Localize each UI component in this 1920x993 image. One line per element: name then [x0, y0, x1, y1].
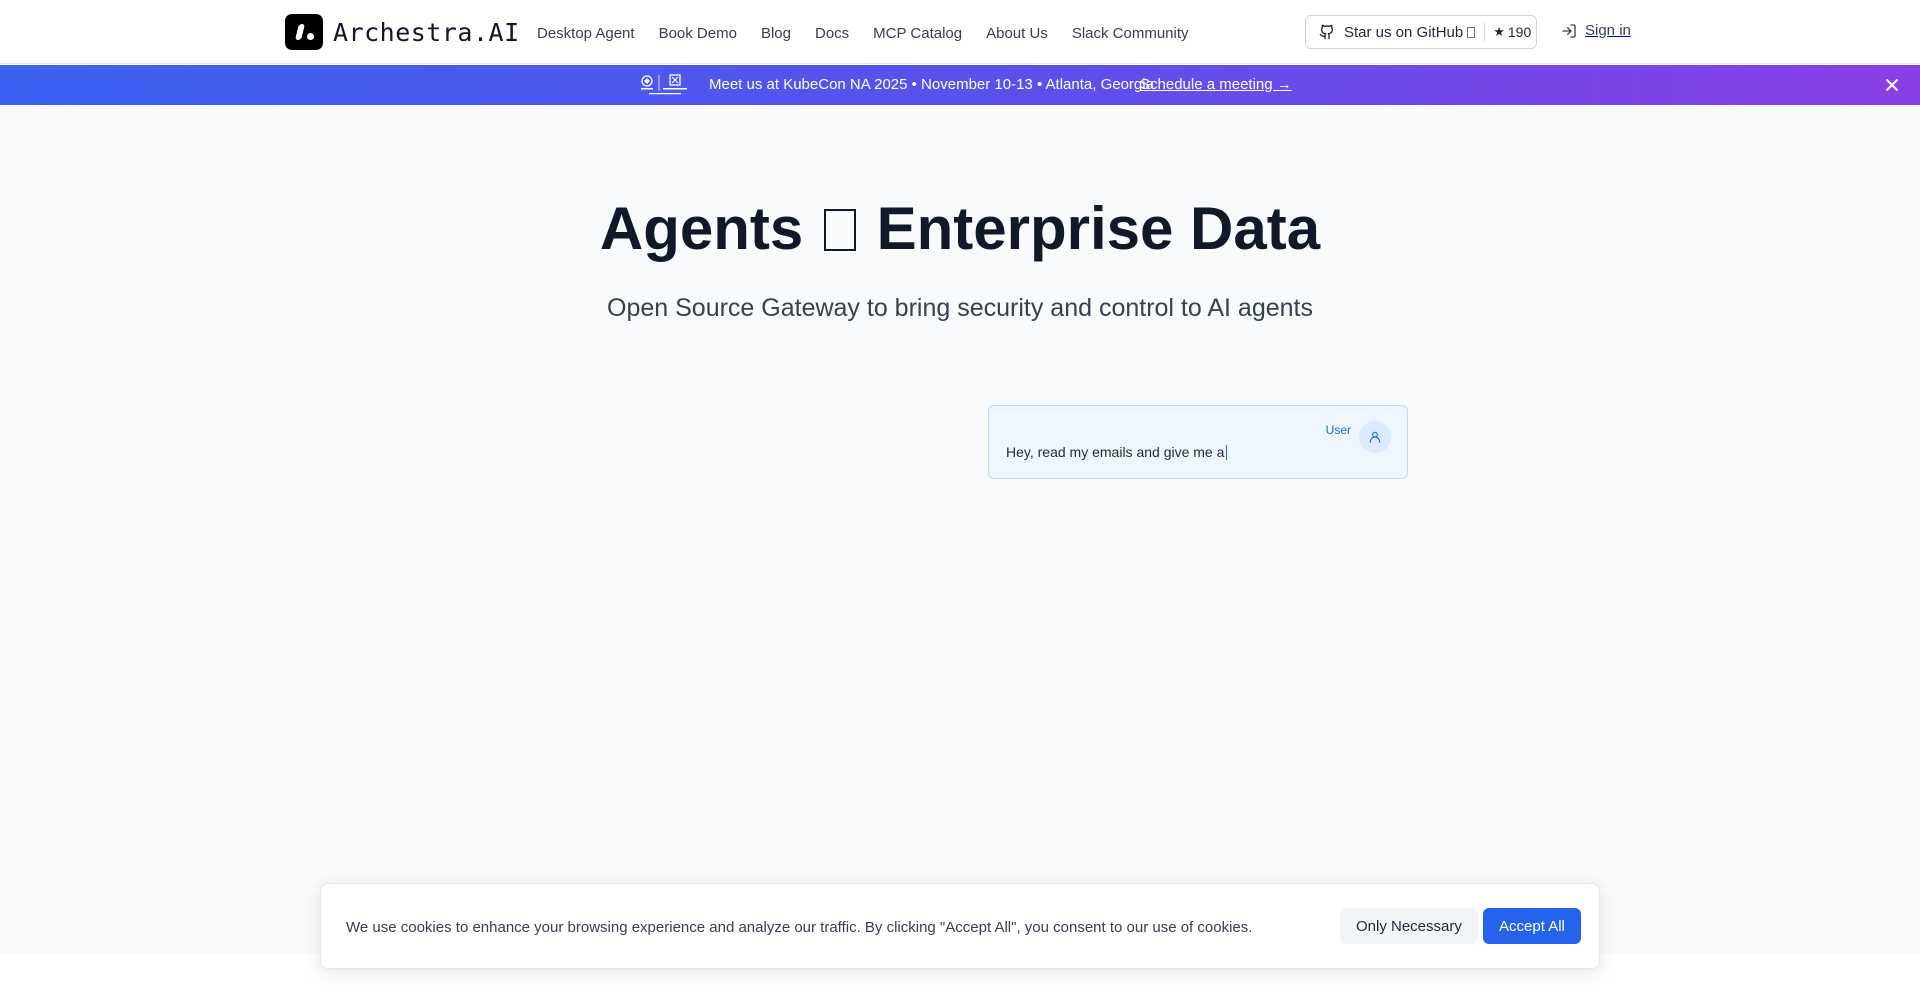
missing-glyph-icon: [823, 209, 856, 251]
nav-mcp-catalog[interactable]: MCP Catalog: [873, 25, 962, 42]
github-star-label: Star us on GitHub: [1344, 23, 1464, 41]
github-star-count: 190: [1507, 24, 1532, 40]
nav-slack-community[interactable]: Slack Community: [1072, 25, 1189, 42]
hero-title-left: Agents: [599, 195, 804, 262]
typing-caret: [1226, 445, 1228, 460]
github-icon: [1319, 24, 1334, 40]
user-icon: [1369, 431, 1381, 443]
sign-in-label: Sign in: [1585, 22, 1631, 39]
schedule-meeting-link[interactable]: Schedule a meeting →: [1140, 76, 1292, 93]
chat-message-text: Hey, read my emails and give me a: [1006, 444, 1228, 460]
logo-mark-icon: [285, 14, 323, 50]
site-header: Archestra.AI Desktop Agent Book Demo Blo…: [0, 0, 1920, 64]
user-avatar: [1359, 421, 1391, 453]
chat-message-content: Hey, read my emails and give me a: [1006, 444, 1225, 460]
hero-subtitle: Open Source Gateway to bring security an…: [607, 294, 1313, 322]
nav-desktop-agent[interactable]: Desktop Agent: [537, 25, 635, 42]
accept-all-button[interactable]: Accept All: [1483, 908, 1581, 944]
banner-text: Meet us at KubeCon NA 2025 • November 10…: [709, 76, 1154, 93]
sign-in-icon: [1562, 23, 1576, 38]
chat-message-user: User Hey, read my emails and give me a: [988, 405, 1408, 479]
star-icon: ★: [1493, 24, 1505, 39]
only-necessary-button[interactable]: Only Necessary: [1340, 908, 1478, 944]
nav-book-demo[interactable]: Book Demo: [659, 25, 737, 42]
main-content: Agents Enterprise Data Open Source Gatew…: [0, 106, 1920, 954]
hero-title: Agents Enterprise Data: [0, 194, 1920, 263]
cookie-consent-banner: We use cookies to enhance your browsing …: [320, 883, 1600, 969]
nav-blog[interactable]: Blog: [761, 25, 791, 42]
hero-title-right: Enterprise Data: [876, 195, 1321, 262]
external-link-icon: [1467, 26, 1476, 38]
github-star-button[interactable]: Star us on GitHub ★ 190: [1305, 15, 1537, 49]
cookie-text: We use cookies to enhance your browsing …: [346, 919, 1253, 936]
divider: [1484, 23, 1486, 41]
sign-in-link[interactable]: Sign in: [1561, 22, 1631, 39]
nav-docs[interactable]: Docs: [815, 25, 849, 42]
brand-logo[interactable]: Archestra.AI: [285, 14, 520, 50]
chat-role-label: User: [1325, 423, 1351, 437]
main-nav: Desktop Agent Book Demo Blog Docs MCP Ca…: [537, 0, 1213, 66]
nav-about-us[interactable]: About Us: [986, 25, 1048, 42]
brand-name: Archestra.AI: [333, 17, 520, 47]
close-icon[interactable]: [1883, 75, 1901, 95]
kubecon-logo-icon: [641, 74, 687, 95]
announcement-banner: Meet us at KubeCon NA 2025 • November 10…: [0, 65, 1920, 105]
